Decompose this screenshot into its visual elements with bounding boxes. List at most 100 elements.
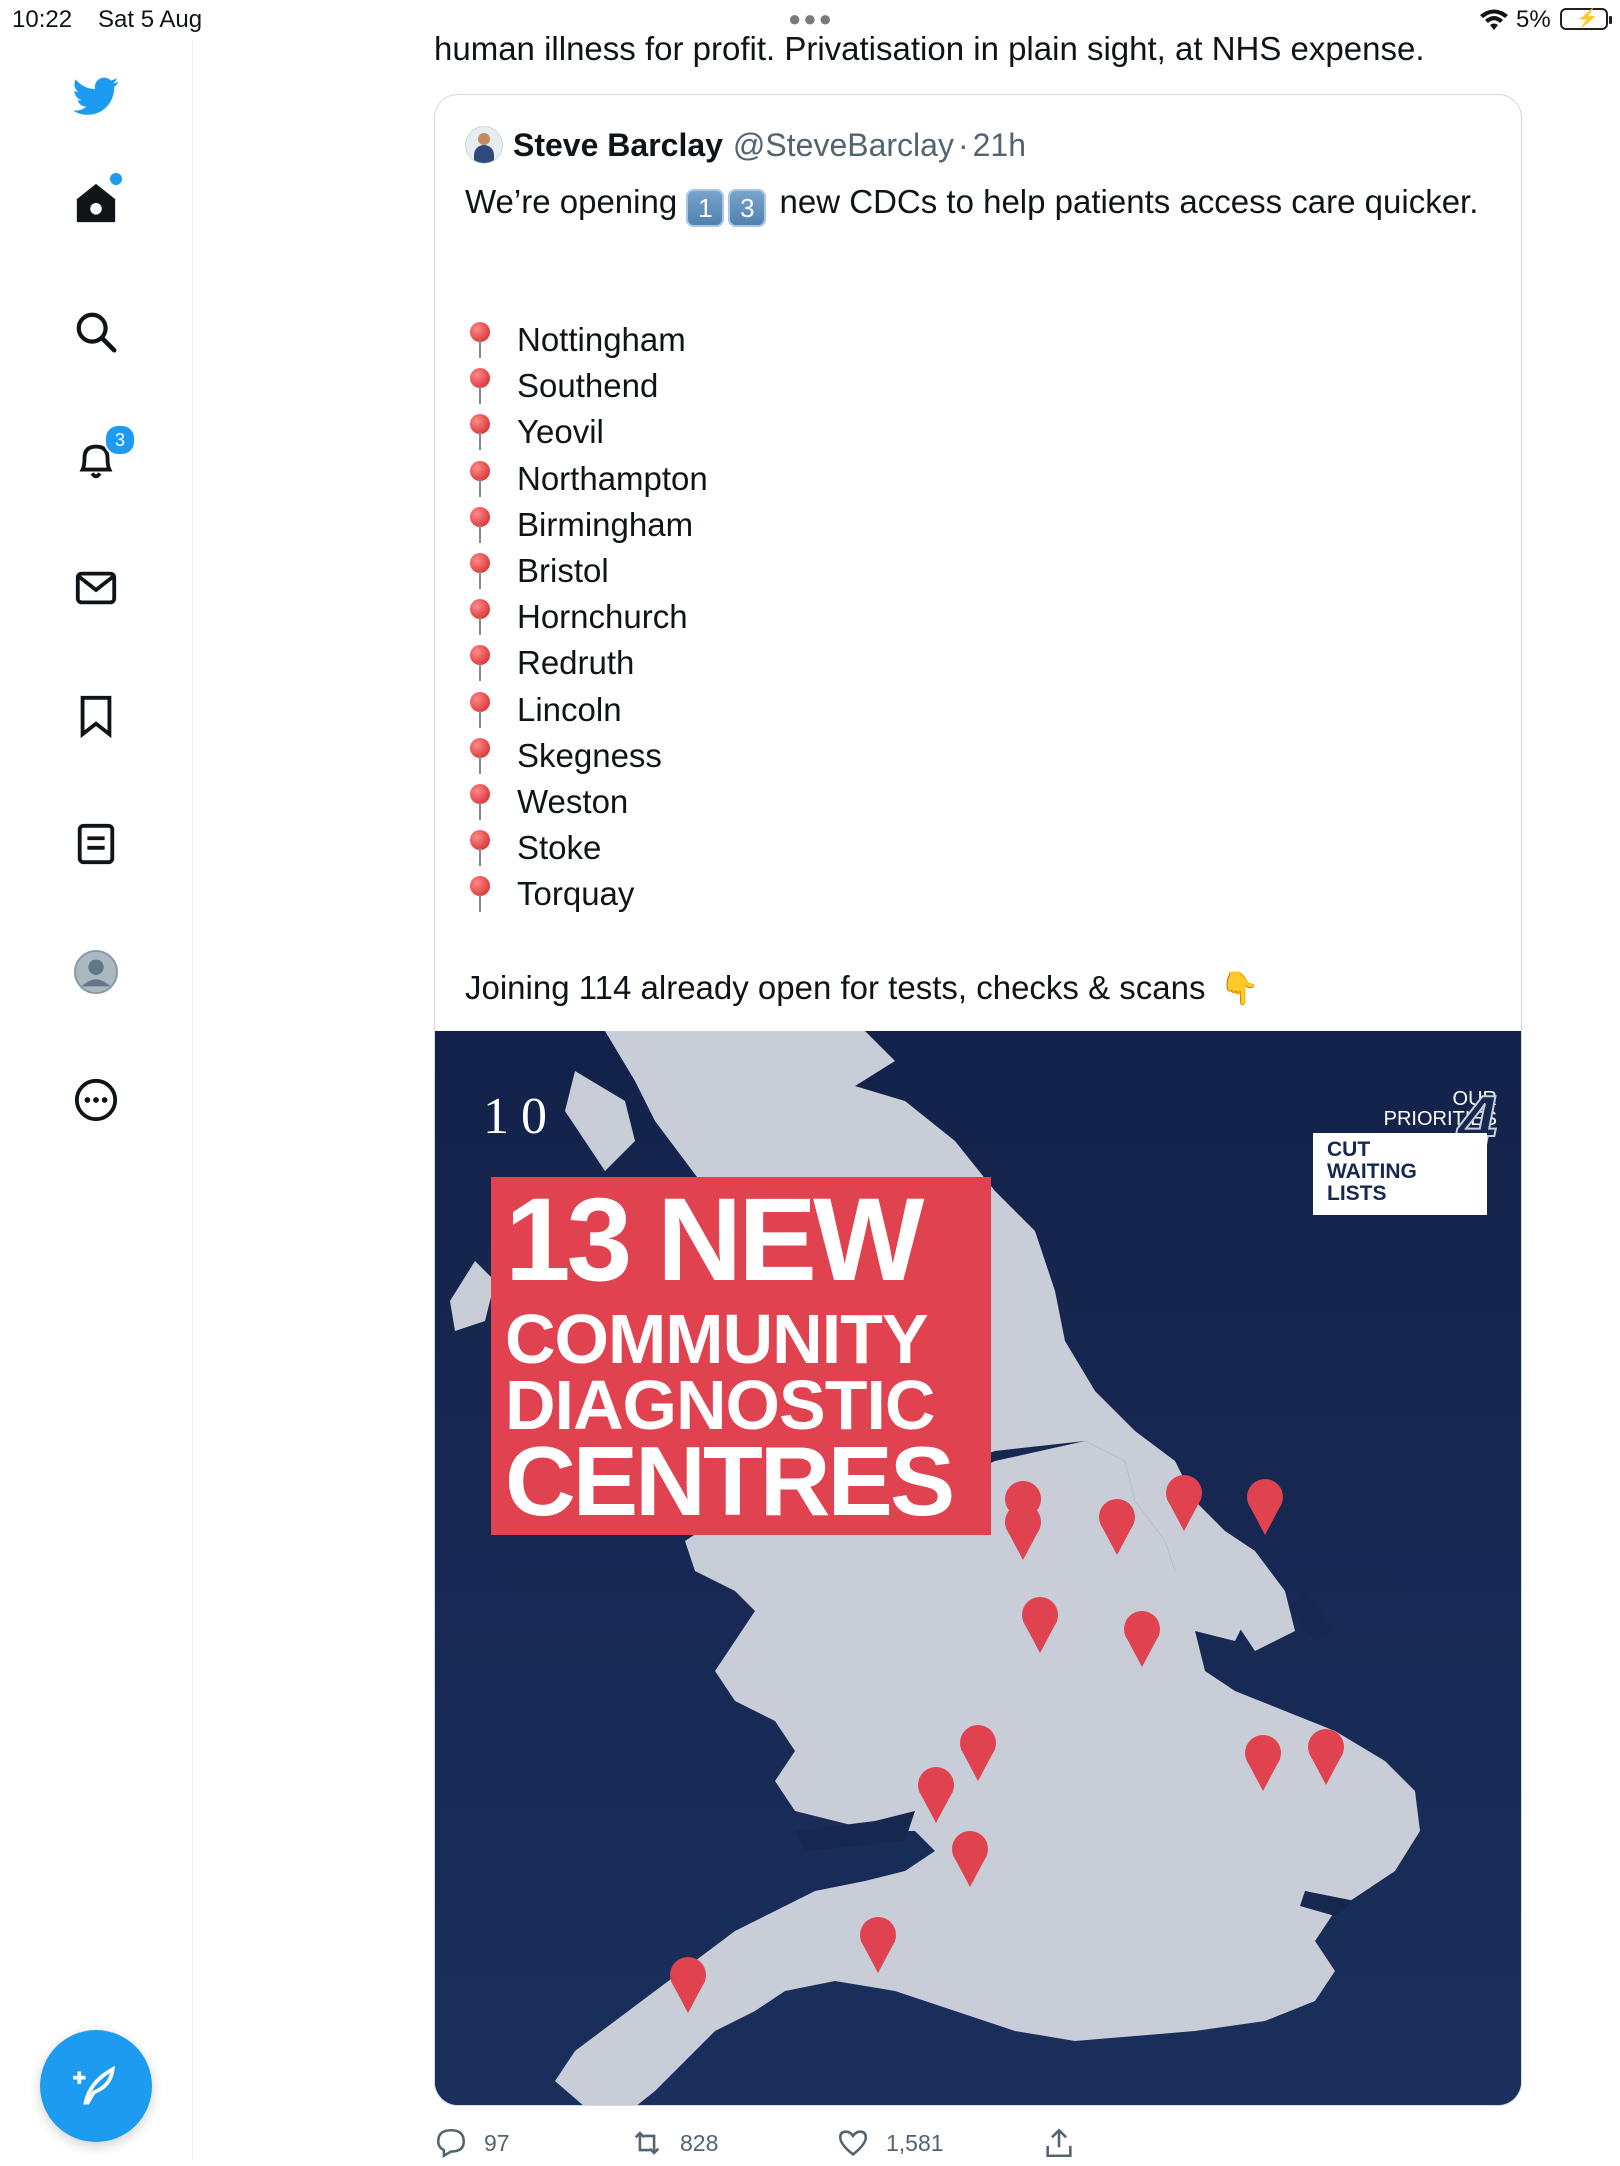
attached-image[interactable]: 10 13 NEW COMMUNITY DIAGNOSTIC CENTRES O…: [435, 1031, 1521, 2105]
heart-icon: [838, 2130, 868, 2156]
list-item: Hornchurch: [465, 594, 708, 640]
map-marker-icon: [1005, 1504, 1041, 1560]
quote-author-name[interactable]: Steve Barclay: [513, 127, 723, 164]
pushpin-icon: [465, 643, 495, 683]
map-marker-icon: [1124, 1611, 1160, 1667]
map-marker-group: [670, 1475, 1344, 2013]
multitasking-dots-icon[interactable]: ●●●: [788, 6, 834, 32]
like-button[interactable]: 1,581: [836, 2126, 944, 2160]
keycap-digit-icon: 3: [728, 189, 767, 227]
map-marker-icon: [860, 1917, 896, 1973]
list-item: Bristol: [465, 548, 708, 594]
quote-timestamp[interactable]: 21h: [973, 127, 1026, 164]
map-marker-icon: [1308, 1729, 1344, 1785]
retweet-count: 828: [680, 2129, 719, 2156]
home-new-dot: [110, 173, 122, 185]
pushpin-icon: [465, 320, 495, 360]
battery-icon: ⚡: [1560, 8, 1612, 30]
reply-button[interactable]: 97: [434, 2126, 510, 2160]
list-item: Southend: [465, 363, 708, 409]
notifications-bell-icon[interactable]: 3: [60, 424, 136, 496]
compose-tweet-button[interactable]: [40, 2030, 152, 2142]
profile-avatar-icon[interactable]: [60, 936, 132, 1008]
mail-icon[interactable]: [60, 552, 132, 624]
keycap-digit-icon: 1: [686, 189, 725, 227]
quote-text-before: We’re opening: [465, 183, 678, 220]
list-item: Redruth: [465, 640, 708, 686]
city-name: Northampton: [517, 459, 708, 497]
city-name: Nottingham: [517, 321, 686, 358]
city-name: Birmingham: [517, 505, 694, 543]
list-item: Torquay: [465, 871, 708, 917]
list-item: Skegness: [465, 733, 708, 779]
map-marker-icon: [1022, 1597, 1058, 1653]
city-name: Southend: [517, 367, 659, 405]
reply-icon: [436, 2128, 466, 2159]
tweet-action-bar: 97 828 1,581: [434, 2126, 1522, 2166]
pushpin-icon: [465, 551, 495, 591]
bookmark-icon[interactable]: [60, 680, 132, 752]
header-separator: ·: [957, 126, 969, 163]
quote-footer-line: Joining 114 already open for tests, chec…: [465, 969, 1206, 1006]
map-markers: [670, 1475, 1344, 2013]
city-name: Bristol: [517, 551, 609, 589]
status-time: 10:22: [12, 6, 73, 33]
map-marker-icon: [670, 1957, 706, 2013]
list-item: Weston: [465, 779, 708, 825]
pointing-down-icon: 👇: [1219, 970, 1260, 1006]
more-options-icon[interactable]: [60, 1064, 132, 1136]
city-name: Torquay: [517, 875, 635, 913]
quote-tweet-header: Steve Barclay @SteveBarclay · 21h: [465, 125, 1026, 165]
quote-author-handle[interactable]: @SteveBarclay: [733, 127, 954, 164]
pushpin-icon: [465, 690, 495, 730]
map-marker-icon: [952, 1831, 988, 1887]
list-item: Nottingham: [465, 317, 708, 363]
share-icon: [1046, 2128, 1072, 2158]
city-name: Weston: [517, 782, 629, 820]
tweet-text: human illness for profit. Privatisation …: [434, 30, 1425, 67]
map-marker-icon: [960, 1725, 996, 1781]
notification-count-badge: 3: [104, 424, 136, 456]
pushpin-icon: [465, 782, 495, 822]
quote-text-after: new CDCs to help patients access care qu…: [779, 183, 1479, 220]
retweet-icon: [634, 2131, 660, 2155]
share-button[interactable]: [1042, 2126, 1092, 2160]
list-item: Lincoln: [465, 687, 708, 733]
retweet-button[interactable]: 828: [630, 2126, 718, 2160]
city-name: Skegness: [517, 736, 662, 774]
pushpin-icon: [465, 366, 495, 406]
map-marker-icon: [918, 1767, 954, 1823]
pushpin-icon: [465, 459, 495, 499]
status-date: Sat 5 Aug: [98, 6, 203, 33]
feather-plus-icon: [73, 2065, 115, 2105]
city-name: Redruth: [517, 644, 635, 682]
pushpin-icon: [465, 412, 495, 452]
quote-tweet-card[interactable]: Steve Barclay @SteveBarclay · 21h We’re …: [434, 94, 1522, 2106]
search-icon[interactable]: [60, 296, 132, 368]
pushpin-icon: [465, 874, 495, 914]
quote-author-avatar[interactable]: [465, 126, 503, 164]
pushpin-icon: [465, 736, 495, 776]
city-name: Stoke: [517, 829, 602, 867]
pushpin-icon: [465, 505, 495, 545]
map-marker-icon: [1099, 1499, 1135, 1555]
lists-icon[interactable]: [60, 808, 132, 880]
pushpin-icon: [465, 597, 495, 637]
twitter-logo-icon[interactable]: [60, 60, 132, 132]
quote-text: We’re opening 13 new CDCs to help patien…: [465, 179, 1485, 227]
wifi-icon: [1480, 9, 1508, 30]
city-name: Lincoln: [517, 690, 622, 728]
list-item: Birmingham: [465, 502, 708, 548]
home-icon[interactable]: [60, 167, 132, 239]
list-item: Stoke: [465, 825, 708, 871]
sidebar-nav: 3: [0, 40, 193, 2160]
city-name: Hornchurch: [517, 598, 688, 636]
map-marker-icon: [1247, 1479, 1283, 1535]
map-marker-icon: [1245, 1735, 1281, 1791]
quote-footer-text: Joining 114 already open for tests, chec…: [465, 969, 1259, 1007]
city-list: Nottingham Southend Yeovil Northampton B…: [465, 317, 708, 917]
like-count: 1,581: [886, 2129, 944, 2156]
map-marker-icon: [1166, 1475, 1202, 1531]
pushpin-icon: [465, 828, 495, 868]
list-item: Yeovil: [465, 409, 708, 455]
